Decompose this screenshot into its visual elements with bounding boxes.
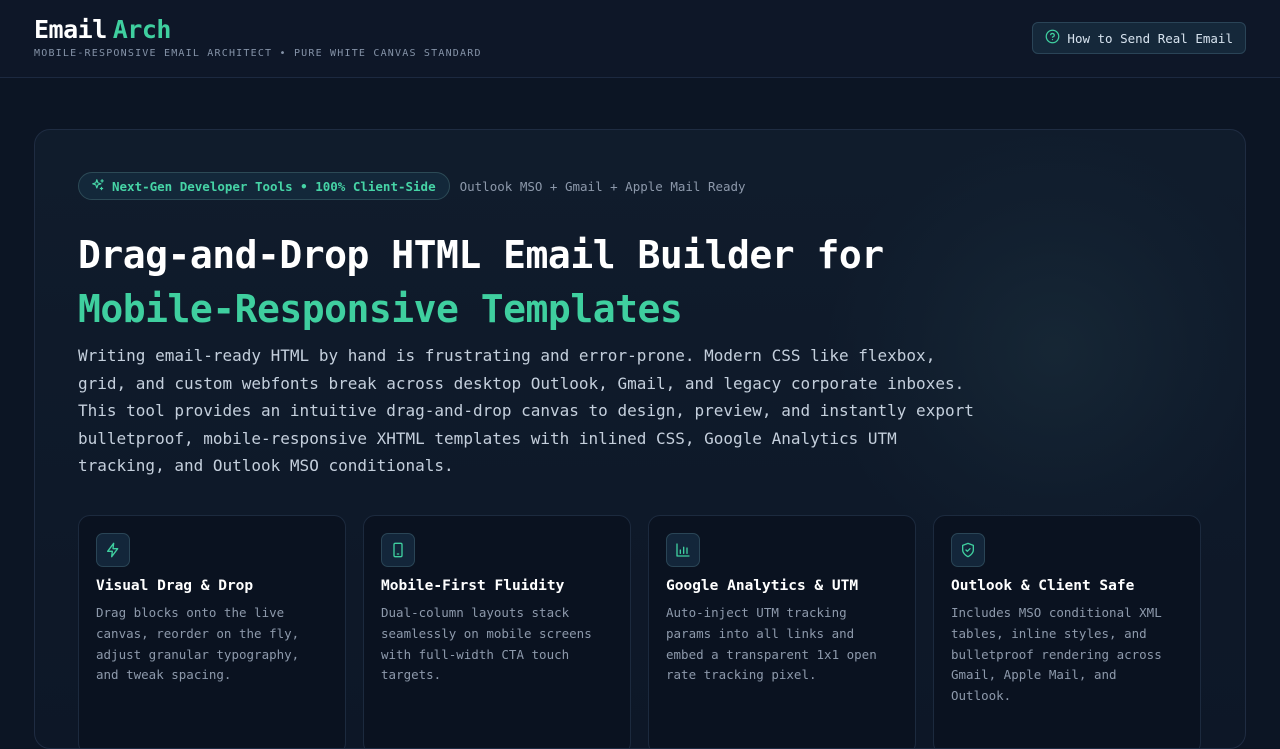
brand-word-email: Email — [34, 15, 107, 44]
smartphone-icon — [381, 533, 415, 567]
feature-description-line: tables, inline styles, and — [951, 625, 1147, 641]
feature-description-line: Drag blocks onto the live — [96, 605, 285, 620]
feature-description-line: Dual-column layouts stack — [381, 605, 570, 620]
intro-line: bulletproof, mobile-responsive XHTML tem… — [78, 428, 897, 448]
brand-word-arch: Arch — [112, 15, 172, 44]
feature-description-line: canvas, reorder on the fly, — [96, 625, 300, 641]
feature-description-line: targets. — [381, 667, 442, 683]
feature-title: Visual Drag & Drop — [96, 578, 254, 594]
feature-card-analytics: Google Analytics & UTM Auto-inject UTM t… — [648, 515, 916, 748]
sparkles-icon — [91, 178, 105, 195]
feature-card-outlook: Outlook & Client Safe Includes MSO condi… — [933, 515, 1201, 748]
brand[interactable]: Email Arch MOBILE-RESPONSIVE EMAIL ARCHIT… — [34, 14, 482, 59]
compat-note: Outlook MSO + Gmail + Apple Mail Ready — [459, 178, 746, 194]
intro-line: tracking, and Outlook MSO conditionals. — [78, 456, 454, 476]
lightning-bolt-icon — [96, 533, 130, 567]
bar-chart-icon — [666, 533, 700, 567]
headline-line-2: Mobile-Responsive Templates — [78, 287, 683, 331]
shield-check-icon — [951, 533, 985, 567]
feature-title: Outlook & Client Safe — [951, 578, 1135, 594]
feature-card-drag-drop: Visual Drag & Drop Drag blocks onto the … — [78, 515, 346, 748]
feature-description-line: seamlessly on mobile screens — [381, 625, 592, 641]
feature-description-line: embed a transparent 1x1 open — [666, 646, 877, 662]
how-to-send-label: How to Send Real Email — [1067, 30, 1233, 46]
feature-description-line: Outlook. — [951, 688, 1012, 704]
hero-section: Next-Gen Developer Tools • 100% Client-S… — [34, 129, 1246, 749]
feature-description-line: bulletproof rendering across — [951, 646, 1162, 662]
feature-title: Mobile-First Fluidity — [381, 578, 565, 594]
dev-tools-badge: Next-Gen Developer Tools • 100% Client-S… — [78, 172, 450, 200]
feature-description: Dual-column layouts stack seamlessly on … — [381, 603, 613, 686]
intro-line: grid, and custom webfonts break across d… — [78, 373, 965, 393]
how-to-send-button[interactable]: How to Send Real Email — [1032, 22, 1246, 54]
dev-tools-badge-label: Next-Gen Developer Tools • 100% Client-S… — [112, 178, 436, 194]
brand-logo: Email Arch — [34, 14, 482, 46]
top-bar: Email Arch MOBILE-RESPONSIVE EMAIL ARCHIT… — [0, 0, 1280, 78]
feature-description-line: with full-width CTA touch — [381, 646, 570, 662]
feature-description: Includes MSO conditional XML tables, inl… — [951, 603, 1183, 707]
feature-description-line: rate tracking pixel. — [666, 667, 817, 683]
intro-paragraph: Writing email-ready HTML by hand is frus… — [78, 342, 1038, 480]
feature-description-line: Includes MSO conditional XML — [951, 605, 1162, 620]
page-title: Drag-and-Drop HTML Email Builder for Mob… — [78, 228, 884, 336]
feature-cards: Visual Drag & Drop Drag blocks onto the … — [78, 515, 1201, 748]
feature-description-line: adjust granular typography, — [96, 646, 300, 662]
badge-row: Next-Gen Developer Tools • 100% Client-S… — [78, 172, 746, 200]
feature-description-line: and tweak spacing. — [96, 667, 232, 683]
feature-card-mobile: Mobile-First Fluidity Dual-column layout… — [363, 515, 631, 748]
intro-line: Writing email-ready HTML by hand is frus… — [78, 346, 936, 365]
feature-description-line: Gmail, Apple Mail, and — [951, 667, 1117, 683]
headline-line-1: Drag-and-Drop HTML Email Builder for — [78, 233, 884, 277]
feature-description: Auto-inject UTM tracking params into all… — [666, 603, 898, 686]
intro-line: This tool provides an intuitive drag-and… — [78, 401, 974, 421]
feature-description-line: params into all links and — [666, 625, 855, 641]
feature-description-line: Auto-inject UTM tracking — [666, 605, 847, 620]
question-circle-icon — [1045, 29, 1060, 47]
feature-description: Drag blocks onto the live canvas, reorde… — [96, 603, 328, 686]
feature-title: Google Analytics & UTM — [666, 578, 859, 594]
brand-tagline: MOBILE-RESPONSIVE EMAIL ARCHITECT • PURE… — [34, 48, 482, 59]
